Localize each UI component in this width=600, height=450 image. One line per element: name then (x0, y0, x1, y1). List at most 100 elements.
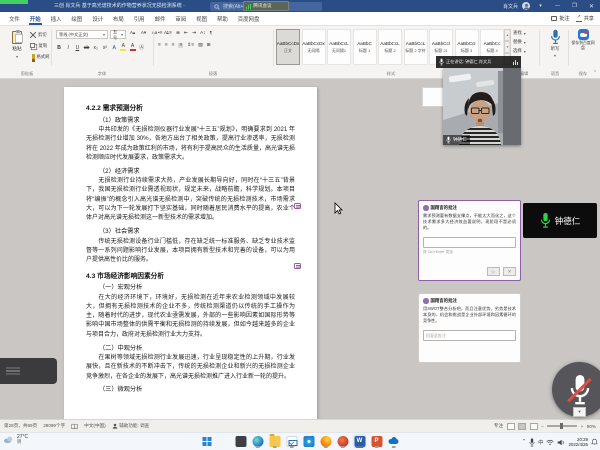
maximize-button[interactable] (568, 0, 581, 12)
comment-card-active[interactable]: 国翔言的批注 需求预测要有数据支撑点，不能太大而化之，这个技术需求多大经济效益要… (418, 200, 521, 281)
text-highlight-button[interactable]: A (120, 43, 126, 51)
collapse-ribbon-button[interactable]: ⌃ (593, 70, 597, 76)
bold-button[interactable]: B (56, 45, 62, 51)
taskbar-firefox-icon[interactable] (319, 434, 333, 448)
zoom-level[interactable]: 90% (587, 424, 596, 429)
accessibility-status[interactable]: 辅助功能: 调查 (112, 423, 150, 429)
web-layout-button[interactable] (530, 423, 538, 430)
tray-microphone-icon[interactable] (529, 438, 535, 447)
mute-options-button[interactable]: ▾ (573, 407, 586, 417)
sort-button[interactable]: A↕ (200, 31, 206, 36)
text-effects-button[interactable]: A (111, 45, 117, 51)
line-spacing-button[interactable]: ⇕≡ (187, 43, 194, 48)
strikethrough-button[interactable]: ab (84, 45, 90, 51)
minimize-button[interactable] (551, 0, 564, 12)
tab-file[interactable]: 文件 (4, 12, 25, 25)
align-left-button[interactable]: ≡ (158, 43, 161, 48)
find-button[interactable]: 查找 (513, 30, 526, 36)
tab-design[interactable]: 设计 (87, 12, 108, 25)
print-layout-button[interactable] (518, 423, 526, 430)
select-button[interactable]: 选择 (513, 48, 526, 54)
comment-anchor-icon[interactable] (294, 203, 301, 209)
read-mode-button[interactable] (507, 423, 515, 430)
ribbon-display-options-button[interactable] (534, 0, 547, 12)
shrink-font-button[interactable]: A▾ (139, 30, 148, 36)
network-icon[interactable] (546, 439, 554, 446)
comment-anchor-icon[interactable] (294, 263, 301, 269)
dictate-button[interactable]: 听写 (543, 29, 567, 69)
focus-mode-button[interactable]: 专注 (494, 423, 503, 429)
bullets-button[interactable]: •≡ (158, 31, 162, 36)
style-no-spacing[interactable]: AaBbCcDx 无间隔 (302, 29, 326, 65)
style-no-spacing-1[interactable]: AaBbCcL 无间隔1 (327, 29, 351, 65)
italic-button[interactable]: I (65, 45, 71, 51)
taskbar-weather-widget[interactable]: 27°C 阴 (3, 434, 28, 445)
zoom-slider[interactable] (547, 425, 577, 426)
style-heading-2[interactable]: AaBbCcL 标题 2 (378, 29, 402, 65)
font-name-combobox[interactable]: 等线 (中文正文) (56, 30, 108, 39)
close-button[interactable] (585, 0, 598, 12)
justify-button[interactable]: ≡ (178, 43, 183, 48)
tab-layout[interactable]: 布局 (108, 12, 129, 25)
tab-home[interactable]: 开始 (25, 12, 46, 25)
document-page[interactable]: 4.2.2 需求预测分析（1）政策需求中共印发的《无损检测仪器行业发展“十三五”… (64, 87, 317, 419)
replace-button[interactable]: 替换 (513, 39, 526, 45)
taskbar-meeting-icon[interactable] (336, 434, 350, 448)
zoom-slider-thumb[interactable] (560, 423, 563, 429)
cut-button[interactable]: 剪切 (30, 30, 47, 39)
taskbar-edge-icon[interactable] (251, 434, 265, 448)
taskbar-powerpoint-icon[interactable]: P (370, 434, 384, 448)
grow-font-button[interactable]: A▴ (128, 30, 137, 36)
font-color-button[interactable]: A (130, 43, 136, 51)
zoom-in-button[interactable]: + (581, 424, 584, 429)
tray-overflow-button[interactable]: ⌃ (522, 439, 527, 445)
increase-indent-button[interactable]: ⇥ (192, 31, 196, 36)
language-indicator[interactable]: 中文(中国) (84, 423, 105, 429)
style-heading-2-char[interactable]: AaBbCcL 标题 2 字符 (404, 29, 428, 65)
tab-baidu-netdisk[interactable]: 百度网盘 (233, 12, 265, 25)
taskbar-task-view-button[interactable] (234, 434, 248, 448)
zoom-out-button[interactable]: – (541, 424, 544, 429)
comment-send-button[interactable]: ▷ (487, 267, 500, 276)
style-normal[interactable]: AaBbCcDx 正文 (276, 29, 300, 65)
comment-card[interactable]: 国翔言的批注 用SWOT整合分析吧，而且注意优势、劣势是技术本身的，机会和挑战是… (418, 293, 521, 363)
multilevel-list-button[interactable]: ≣ (176, 31, 180, 36)
paste-button[interactable]: 粘贴 (6, 29, 28, 69)
decrease-indent-button[interactable]: ⇤ (184, 31, 188, 36)
word-count[interactable]: 28099个字 (43, 423, 65, 429)
tab-insert[interactable]: 插入 (46, 12, 67, 25)
meeting-docked-panel-handle[interactable] (0, 358, 57, 384)
superscript-button[interactable]: x² (102, 45, 108, 51)
enclose-characters-button[interactable]: Ⓐ (139, 44, 145, 51)
notifications-icon[interactable] (591, 438, 598, 446)
style-heading-1[interactable]: AaBbC 标题 1 (353, 29, 377, 65)
tab-help[interactable]: 帮助 (212, 12, 233, 25)
meeting-video-thumbnail[interactable]: 钟德仁 (443, 68, 521, 145)
tab-view[interactable]: 视图 (191, 12, 212, 25)
save-to-baidu-netdisk-button[interactable]: 保存到百度网盘 (570, 29, 596, 71)
copy-button[interactable]: 复制 (30, 41, 47, 50)
taskbar-start-button[interactable] (200, 434, 214, 448)
page-indicator[interactable]: 第28页，共69页 (4, 423, 37, 429)
tab-review[interactable]: 审阅 (170, 12, 191, 25)
ime-indicator[interactable]: 中 (538, 439, 543, 446)
align-center-button[interactable]: ≡ (165, 43, 168, 48)
taskbar-photos-icon[interactable] (302, 434, 316, 448)
share-button[interactable]: 共享 (576, 15, 594, 22)
taskbar-onedrive-icon[interactable] (387, 434, 401, 448)
comments-button[interactable]: 批注 (551, 15, 569, 22)
comment-reply-input[interactable] (423, 330, 516, 341)
format-painter-button[interactable]: 格式刷 (30, 52, 49, 61)
tab-draw[interactable]: 绘图 (66, 12, 87, 25)
borders-button[interactable]: ⊞ (207, 43, 211, 48)
taskbar-search-button[interactable] (217, 434, 231, 448)
numbering-button[interactable]: 1≡ (166, 31, 171, 36)
tab-mailings[interactable]: 邮件 (150, 12, 171, 25)
show-formatting-marks-button[interactable]: ¶ (210, 31, 213, 36)
subscript-button[interactable]: x₂ (93, 45, 99, 51)
taskbar-mail-icon[interactable] (285, 434, 299, 448)
user-avatar[interactable] (522, 2, 530, 10)
font-size-combobox[interactable]: 五号 (110, 30, 126, 39)
comment-reply-input[interactable] (423, 237, 516, 248)
meeting-running-chip[interactable]: 腾讯会议 (243, 1, 289, 11)
